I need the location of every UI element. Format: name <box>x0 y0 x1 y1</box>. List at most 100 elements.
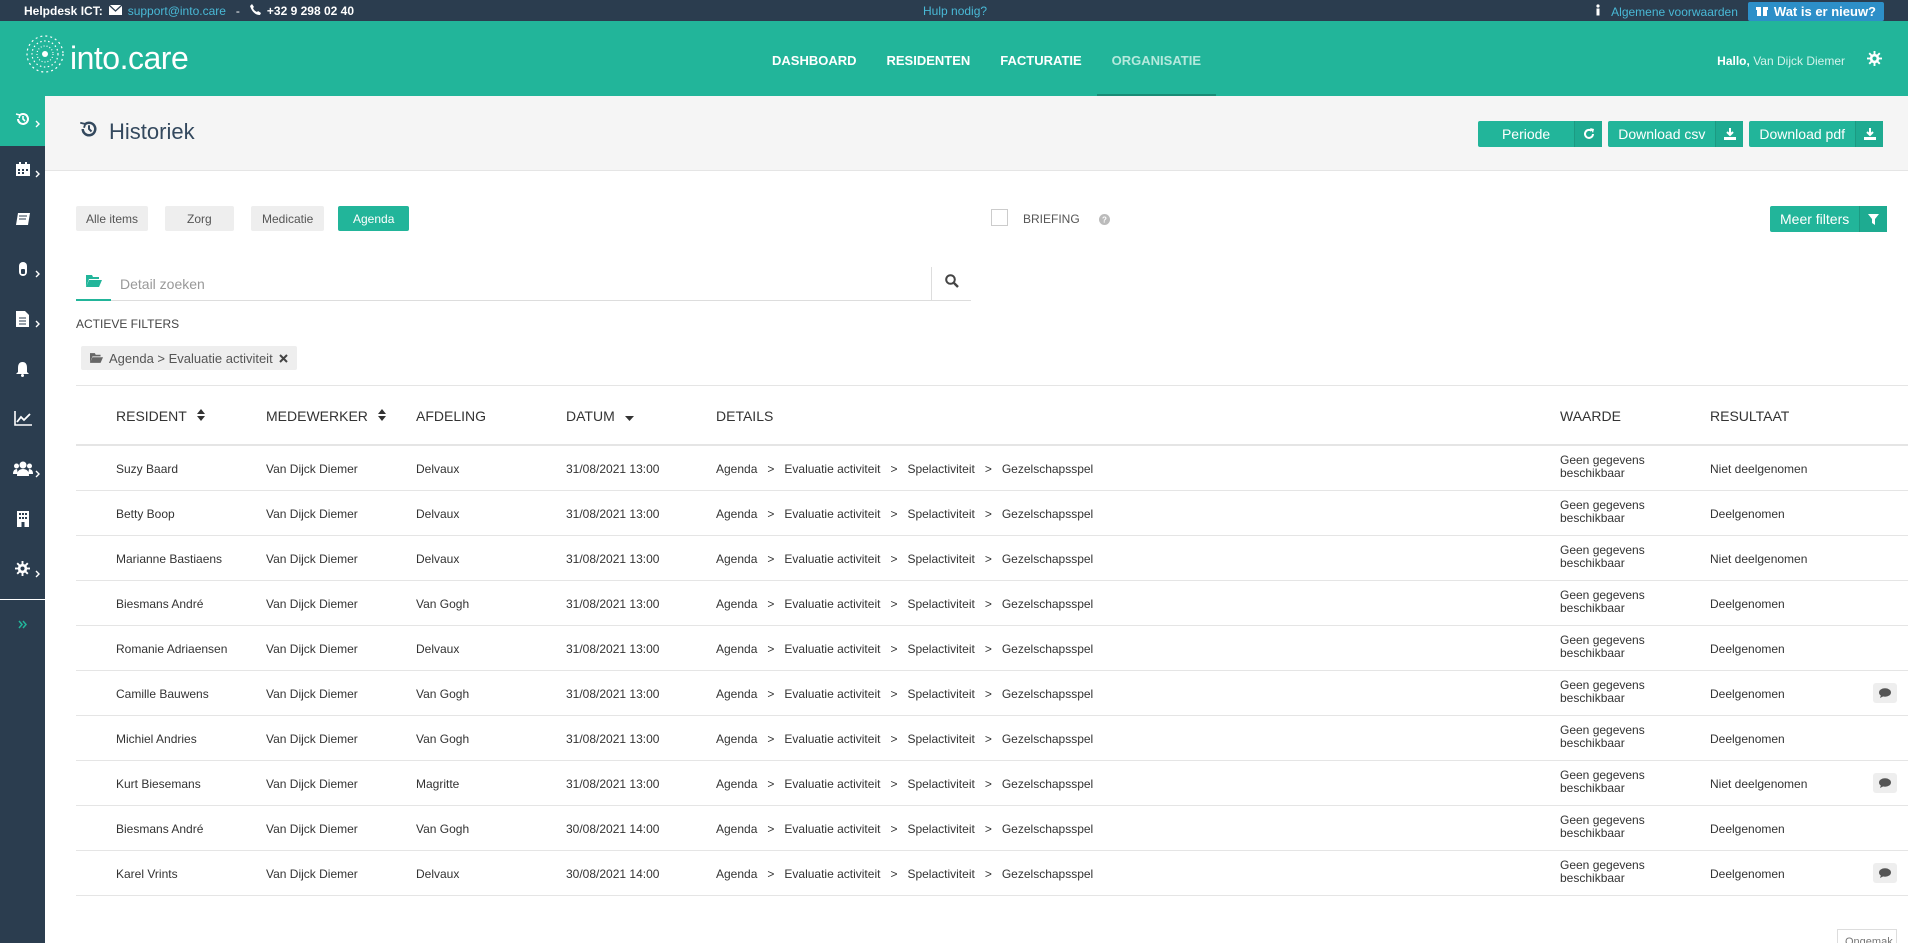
support-email-link[interactable]: support@into.care <box>128 4 226 18</box>
details-step: Evaluatie activiteit <box>784 552 881 566</box>
help-question-icon[interactable]: ? <box>1099 212 1110 230</box>
table-row[interactable]: Biesmans André Van Dijck Diemer Van Gogh… <box>76 806 1908 851</box>
more-filters-button[interactable]: Meer filters <box>1770 206 1888 232</box>
page-titlebar: Historiek Periode Download csv Download … <box>45 96 1908 171</box>
detail-search-input[interactable] <box>120 273 1000 295</box>
cell-details: Agenda > Evaluatie activiteit > Spelactivite… <box>716 822 1093 836</box>
details-separator: > <box>767 867 775 881</box>
sidebar-item-documents[interactable] <box>0 296 45 346</box>
nav-dashboard[interactable]: DASHBOARD <box>757 21 872 96</box>
details-step: Evaluatie activiteit <box>784 507 881 521</box>
sidebar-expand-button[interactable] <box>0 600 45 650</box>
nav-residenten[interactable]: RESIDENTEN <box>872 21 986 96</box>
sidebar-item-calendar[interactable] <box>0 146 45 196</box>
whats-new-button[interactable]: Wat is er nieuw? <box>1747 2 1884 21</box>
details-separator: > <box>984 867 992 881</box>
table-row[interactable]: Kurt Biesemans Van Dijck Diemer Magritte… <box>76 761 1908 806</box>
details-step: Evaluatie activiteit <box>784 642 881 656</box>
cell-resultaat: Deelgenomen <box>1710 822 1785 836</box>
ongemak-button[interactable]: Ongemak <box>1837 929 1897 943</box>
details-separator: > <box>984 777 992 791</box>
details-step: Evaluatie activiteit <box>784 822 881 836</box>
periode-button[interactable]: Periode <box>1477 121 1603 147</box>
user-greeting[interactable]: Hallo, Van Dijck Diemer <box>1717 54 1845 68</box>
briefing-checkbox[interactable] <box>991 209 1008 226</box>
terms-link[interactable]: Algemene voorwaarden <box>1611 5 1738 19</box>
details-step: Spelactiviteit <box>907 552 975 566</box>
table-row[interactable]: Biesmans André Van Dijck Diemer Van Gogh… <box>76 581 1908 626</box>
cell-details: Agenda > Evaluatie activiteit > Spelactivite… <box>716 687 1093 701</box>
table-row[interactable]: Karel Vrints Van Dijck Diemer Delvaux 30… <box>76 851 1908 896</box>
cell-resident: Betty Boop <box>116 507 175 521</box>
cell-resident: Michiel Andries <box>116 732 197 746</box>
nav-facturatie[interactable]: FACTURATIE <box>985 21 1096 96</box>
remove-filter-icon[interactable] <box>278 351 288 366</box>
cell-resident: Karel Vrints <box>116 867 178 881</box>
table-row[interactable]: Marianne Bastiaens Van Dijck Diemer Delv… <box>76 536 1908 581</box>
details-separator: > <box>984 687 992 701</box>
details-separator: > <box>767 642 775 656</box>
sidebar-item-history[interactable] <box>0 96 45 146</box>
table-row[interactable]: Camille Bauwens Van Dijck Diemer Van Gog… <box>76 671 1908 716</box>
table-row[interactable]: Romanie Adriaensen Van Dijck Diemer Delv… <box>76 626 1908 671</box>
folder-filter-tab[interactable] <box>76 267 111 301</box>
cell-waarde: Geen gegevens beschikbaar <box>1560 498 1645 525</box>
th-resultaat: RESULTAAT <box>1710 408 1789 424</box>
sidebar-item-medication[interactable] <box>0 246 45 296</box>
details-step: Gezelschapsspel <box>1001 732 1094 746</box>
download-pdf-button[interactable]: Download pdf <box>1749 121 1883 147</box>
active-filters-label: ACTIEVE FILTERS <box>76 317 180 331</box>
cell-details: Agenda > Evaluatie activiteit > Spelactivite… <box>716 642 1093 656</box>
bell-icon <box>15 361 30 382</box>
chart-icon <box>13 411 32 431</box>
sidebar-item-users[interactable] <box>0 446 45 496</box>
download-csv-button[interactable]: Download csv <box>1608 121 1744 147</box>
th-datum[interactable]: DATUM <box>566 408 634 424</box>
help-link[interactable]: Hulp nodig? <box>923 4 987 18</box>
file-icon <box>16 310 29 332</box>
sidebar-item-settings[interactable] <box>0 546 45 596</box>
cell-datum: 30/08/2021 14:00 <box>566 867 660 881</box>
cell-details: Agenda > Evaluatie activiteit > Spelactivite… <box>716 732 1093 746</box>
details-step: Agenda <box>716 597 758 611</box>
folder-open-icon <box>90 351 103 366</box>
table-row[interactable]: Suzy Baard Van Dijck Diemer Delvaux 31/0… <box>76 446 1908 491</box>
th-medewerker[interactable]: MEDEWERKER <box>266 408 386 424</box>
sidebar-item-book[interactable] <box>0 196 45 246</box>
details-step: Gezelschapsspel <box>1001 507 1094 521</box>
chevron-right-icon <box>35 315 40 333</box>
sidebar-item-notifications[interactable] <box>0 346 45 396</box>
nav-organisatie[interactable]: ORGANISATIE <box>1096 21 1216 96</box>
sidebar-item-statistics[interactable] <box>0 396 45 446</box>
cell-waarde: Geen gegevens beschikbaar <box>1560 633 1645 660</box>
sidebar <box>0 96 45 943</box>
comment-icon[interactable] <box>1873 863 1897 883</box>
building-icon <box>16 510 29 532</box>
cell-waarde: Geen gegevens beschikbaar <box>1560 543 1645 570</box>
th-resident[interactable]: RESIDENT <box>116 408 205 424</box>
settings-gear-icon[interactable] <box>1867 51 1882 71</box>
details-separator: > <box>767 507 775 521</box>
table-body: Suzy Baard Van Dijck Diemer Delvaux 31/0… <box>76 446 1908 896</box>
comment-icon[interactable] <box>1873 683 1897 703</box>
chevron-right-icon <box>35 165 40 183</box>
th-waarde-label: WAARDE <box>1560 408 1621 424</box>
cell-datum: 31/08/2021 13:00 <box>566 462 660 476</box>
search-button[interactable] <box>931 267 971 301</box>
comment-icon[interactable] <box>1873 773 1897 793</box>
chip-medicatie[interactable]: Medicatie <box>251 206 325 231</box>
cell-resultaat: Deelgenomen <box>1710 642 1785 656</box>
into-care-logo[interactable]: into.care <box>24 33 189 83</box>
chip-agenda[interactable]: Agenda <box>338 206 410 231</box>
details-separator: > <box>767 552 775 566</box>
details-separator: > <box>767 777 775 791</box>
table-row[interactable]: Michiel Andries Van Dijck Diemer Van Gog… <box>76 716 1908 761</box>
sidebar-item-building[interactable] <box>0 496 45 546</box>
chip-zorg[interactable]: Zorg <box>165 206 234 231</box>
table-row[interactable]: Betty Boop Van Dijck Diemer Delvaux 31/0… <box>76 491 1908 536</box>
details-step: Evaluatie activiteit <box>784 732 881 746</box>
chip-alle-items[interactable]: Alle items <box>76 206 149 231</box>
page-title-text: Historiek <box>109 119 195 144</box>
details-separator: > <box>984 462 992 476</box>
download-pdf-label: Download pdf <box>1759 126 1845 142</box>
